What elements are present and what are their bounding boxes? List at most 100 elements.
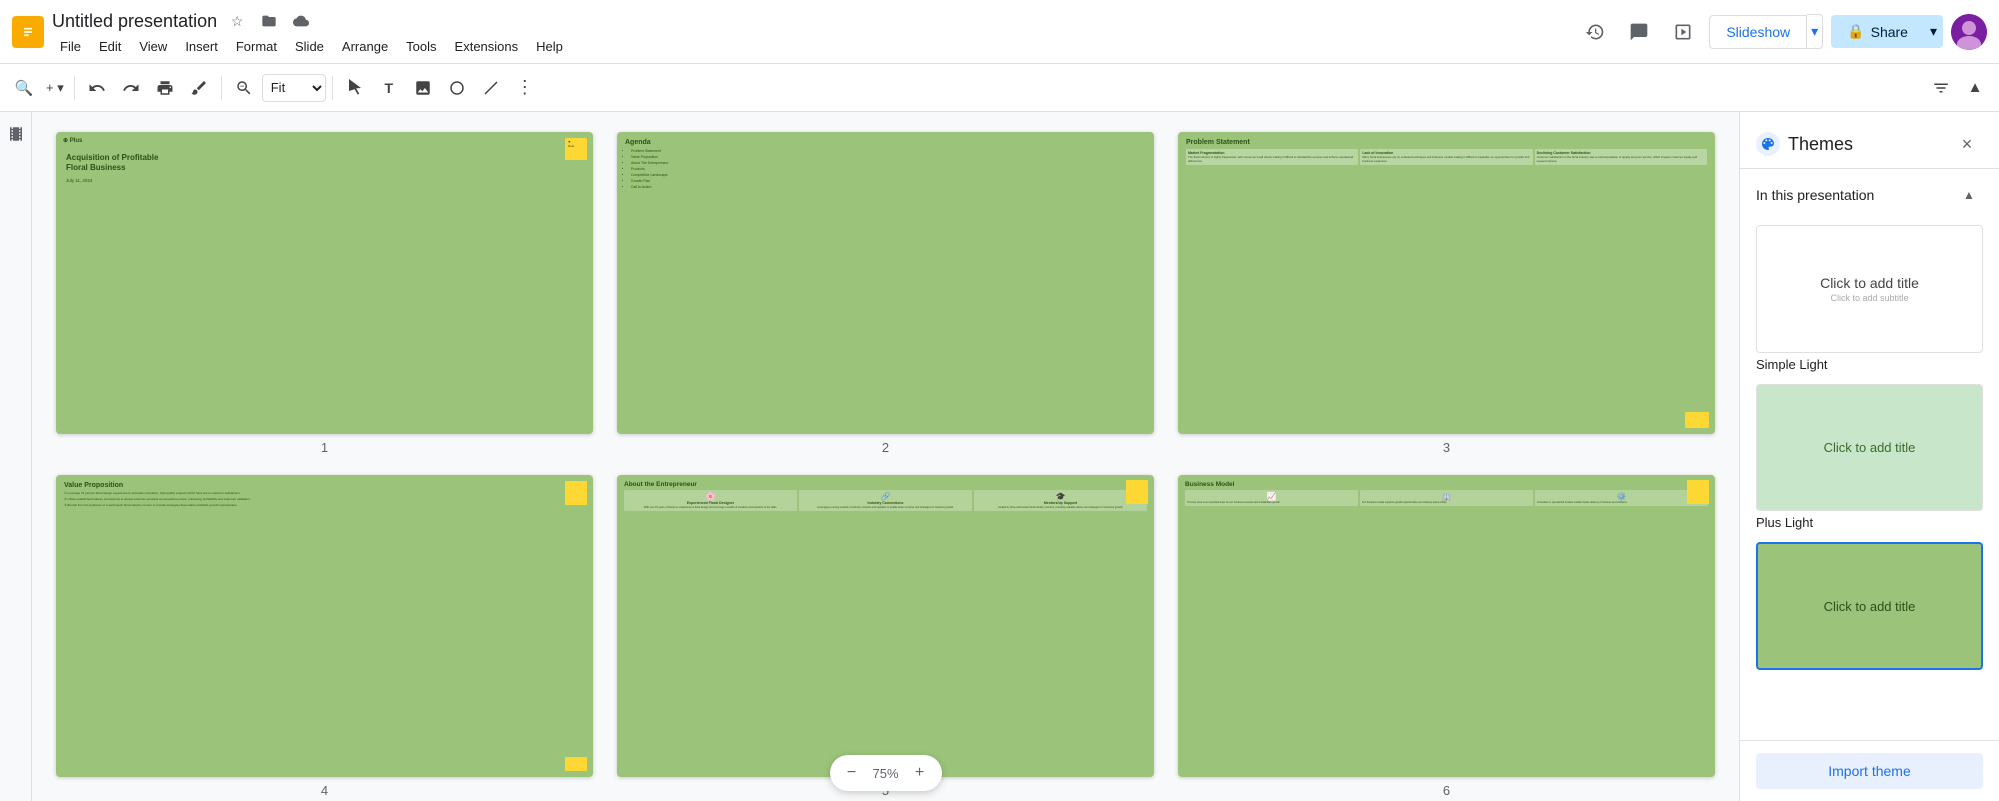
zoom-bar: − 75% + [830,755,942,791]
themes-panel-title: Themes [1788,134,1853,155]
print-button[interactable] [149,72,181,104]
import-theme-button[interactable]: Import theme [1756,753,1983,789]
image-button[interactable] [407,72,439,104]
slide6-col1: 📈 This key area is an important lever fo… [1185,490,1358,507]
theme-card-plus-green[interactable]: Click to add title [1756,542,1983,674]
themes-collapse-button[interactable]: ▲ [1955,181,1983,209]
slide1-sticky-content: ⚑Note [567,140,585,158]
menu-tools[interactable]: Tools [398,37,444,56]
menu-insert[interactable]: Insert [177,37,226,56]
share-button[interactable]: 🔒 Share [1831,15,1924,48]
slide-thumbnail-5[interactable]: About the Entrepreneur 🌸 Experienced Flo… [617,475,1154,777]
slide4-text3: ③ Benefit from the guidance of a well kn… [64,503,585,507]
slide4-sticky2 [565,757,587,771]
menu-format[interactable]: Format [228,37,285,56]
undo-button[interactable] [81,72,113,104]
theme-preview-plus-green[interactable]: Click to add title [1756,542,1983,670]
menu-arrange[interactable]: Arrange [334,37,396,56]
plus-light-content: Click to add title [1824,440,1916,455]
slide-item[interactable]: Problem Statement Market Fragmentation T… [1178,132,1715,455]
slide-item[interactable]: About the Entrepreneur 🌸 Experienced Flo… [617,475,1154,798]
cloud-button[interactable] [287,7,315,35]
slide2-content: Agenda Problem Statement Value Propositi… [619,134,1152,196]
slide-thumbnail-3[interactable]: Problem Statement Market Fragmentation T… [1178,132,1715,434]
theme-preview-simple-light[interactable]: Click to add title Click to add subtitle [1756,225,1983,353]
slide5-cols: 🌸 Experienced Floral Designer With over … [624,490,1147,511]
slideshow-button[interactable]: Slideshow [1709,15,1807,49]
cursor-button[interactable] [339,72,371,104]
menu-help[interactable]: Help [528,37,571,56]
theme-label-plus-light: Plus Light [1756,515,1983,530]
slide-thumbnail-2[interactable]: Agenda Problem Statement Value Propositi… [617,132,1154,434]
slide2-number: 2 [882,440,889,455]
shape-button[interactable] [441,72,473,104]
slide4-text1: ① Leverage 70 percent floral design expe… [64,491,585,495]
themes-panel-icon [1756,132,1780,156]
filter-button[interactable] [1925,72,1957,104]
add-button[interactable]: + ▾ [42,72,68,104]
slide4-heading: Value Proposition [64,482,585,489]
present-button[interactable] [1665,14,1701,50]
slide1-content: Acquisition of ProfitableFloral Business… [58,147,591,189]
menu-view[interactable]: View [131,37,175,56]
slide4-sticky [565,481,587,505]
zoom-out-toolbar-button[interactable] [228,72,260,104]
slide3-content: Problem Statement Market Fragmentation T… [1180,134,1713,170]
slide1-date: July 11, 2024 [66,178,583,183]
doc-title-area: Untitled presentation ☆ File Edit View I… [52,7,1569,56]
doc-title[interactable]: Untitled presentation [52,11,217,32]
folder-button[interactable] [255,7,283,35]
slide3-number: 3 [1443,440,1450,455]
slide1-sticky: ⚑Note [565,138,587,160]
search-button[interactable]: 🔍 [8,72,40,104]
slide-thumbnail-4[interactable]: Value Proposition ① Leverage 70 percent … [56,475,593,777]
more-toolbar-button[interactable]: ⋮ [509,72,541,104]
slide3-columns: Market Fragmentation The floral industry… [1186,149,1707,165]
history-button[interactable] [1577,14,1613,50]
menu-slide[interactable]: Slide [287,37,332,56]
line-button[interactable] [475,72,507,104]
filmstrip-toggle[interactable] [2,120,30,148]
slide2-bullets: Problem Statement Value Proposition Abou… [625,149,1146,191]
slide-item[interactable]: ⊕ Plus Acquisition of ProfitableFloral B… [56,132,593,455]
col3: Declining Customer Satisfaction Customer… [1535,149,1707,165]
col2: 🔗 Industry Connections Leveraging a stro… [799,490,972,511]
theme-card-plus-light[interactable]: Click to add title Plus Light [1756,384,1983,531]
zoom-select[interactable]: Fit 50% 75% 100% 125% 150% [262,74,326,102]
slide-item[interactable]: Business Model 📈 This key area is an imp… [1178,475,1715,798]
top-bar-right: Slideshow ▾ 🔒 Share ▾ [1577,14,1987,50]
theme-preview-plus-light[interactable]: Click to add title [1756,384,1983,512]
themes-close-button[interactable]: × [1951,128,1983,160]
star-button[interactable]: ☆ [223,7,251,35]
share-label: Share [1871,24,1908,40]
menu-extensions[interactable]: Extensions [447,37,527,56]
slide-thumbnail-1[interactable]: ⊕ Plus Acquisition of ProfitableFloral B… [56,132,593,434]
avatar[interactable] [1951,14,1987,50]
zoom-out-button[interactable]: − [838,759,866,787]
text-button[interactable]: T [373,72,405,104]
redo-button[interactable] [115,72,147,104]
slide6-cols: 📈 This key area is an important lever fo… [1185,490,1708,507]
share-dropdown-button[interactable]: ▾ [1924,15,1943,48]
slideshow-dropdown-button[interactable]: ▾ [1807,14,1823,49]
slide5-content: About the Entrepreneur 🌸 Experienced Flo… [619,477,1152,515]
slide-thumbnail-6[interactable]: Business Model 📈 This key area is an imp… [1178,475,1715,777]
sep1 [74,76,75,100]
slide-item[interactable]: Agenda Problem Statement Value Propositi… [617,132,1154,455]
plus-green-title: Click to add title [1824,599,1916,614]
slide4-text2: ② Utilize established industry connectio… [64,497,585,501]
sep2 [221,76,222,100]
comments-button[interactable] [1621,14,1657,50]
zoom-in-button[interactable]: + [906,759,934,787]
themes-panel: Themes × In this presentation ▲ Click to… [1739,112,1999,801]
collapse-button[interactable]: ▲ [1959,72,1991,104]
paint-button[interactable] [183,72,215,104]
simple-light-title: Click to add title [1820,275,1919,291]
themes-section-label: In this presentation [1756,187,1874,203]
slide1-title: Acquisition of ProfitableFloral Business [66,153,583,174]
slide4-content: Value Proposition ① Leverage 70 percent … [58,477,591,513]
theme-card-simple-light[interactable]: Click to add title Click to add subtitle… [1756,225,1983,372]
menu-file[interactable]: File [52,37,89,56]
slide-item[interactable]: Value Proposition ① Leverage 70 percent … [56,475,593,798]
menu-edit[interactable]: Edit [91,37,129,56]
